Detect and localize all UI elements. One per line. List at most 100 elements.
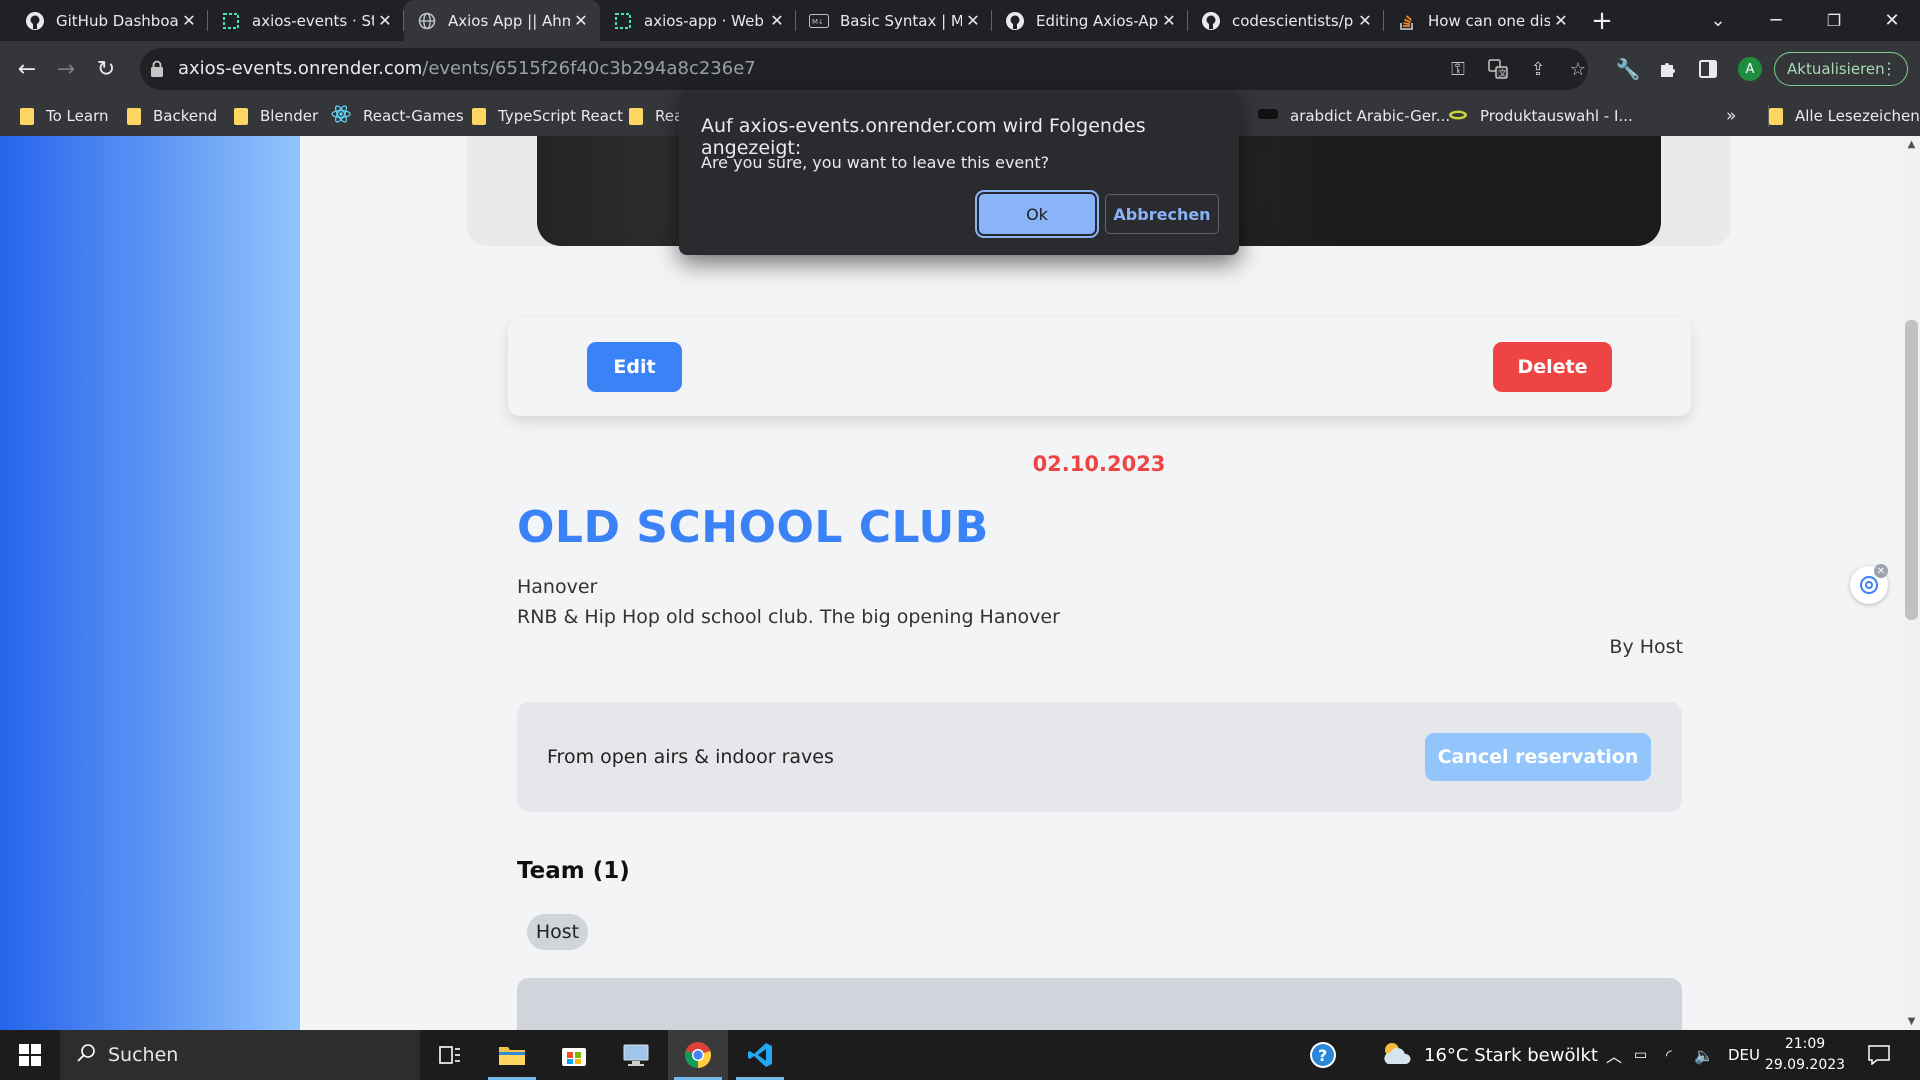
tab-title: axios-events · Static — [252, 11, 374, 30]
search-placeholder: Suchen — [108, 1044, 179, 1066]
close-icon[interactable]: ✕ — [570, 11, 592, 30]
tab-markdown-syntax[interactable]: M↓ Basic Syntax | Markdown ✕ — [796, 0, 992, 41]
url-host: axios-events.onrender.com — [178, 58, 423, 79]
bookmark-blender[interactable]: Blender — [234, 105, 318, 127]
bookmark-backend[interactable]: Backend — [127, 105, 217, 127]
tray-chevron-up-icon[interactable]: ︿ — [1606, 1030, 1622, 1080]
forward-arrow-icon[interactable]: → — [48, 51, 84, 87]
tab-title: Axios App || Ahmad — [448, 11, 570, 30]
network-icon[interactable]: ◜ — [1666, 1030, 1672, 1080]
comments-card — [517, 978, 1682, 1030]
bookmark-typescript-react[interactable]: TypeScript React — [472, 105, 623, 127]
update-browser-button[interactable]: Aktualisieren ⋮ — [1774, 52, 1908, 86]
remote-desktop-icon[interactable] — [606, 1030, 666, 1080]
tab-editing-axios-app[interactable]: Editing Axios-App ✕ — [992, 0, 1188, 41]
tab-axios-app-web-service[interactable]: axios-app · Web Service ✕ — [600, 0, 796, 41]
bookmark-label: Backend — [153, 107, 218, 125]
close-icon[interactable]: ✕ — [178, 11, 200, 30]
bookmark-arabdict[interactable]: arabdict Arabic-Ger... — [1258, 105, 1450, 127]
tab-axios-events[interactable]: axios-events · Static ✕ — [208, 0, 404, 41]
extension-wrench-icon[interactable]: 🔧 — [1614, 55, 1642, 83]
tab-github-dashboard[interactable]: GitHub Dashboard ✕ — [12, 0, 208, 41]
profile-avatar[interactable]: A — [1738, 57, 1762, 81]
bookmark-label: Produktauswahl - I... — [1480, 107, 1633, 125]
close-icon[interactable]: ✕ — [1158, 11, 1180, 30]
notification-icon[interactable] — [1868, 1030, 1890, 1080]
chrome-icon[interactable] — [668, 1030, 728, 1080]
url-text[interactable]: axios-events.onrender.com/events/6515f26… — [178, 58, 756, 79]
help-icon[interactable]: ? — [1308, 1030, 1338, 1080]
svg-text:文: 文 — [1499, 68, 1507, 78]
file-explorer-icon[interactable] — [482, 1030, 542, 1080]
windows-start-icon[interactable] — [0, 1030, 60, 1080]
update-label: Aktualisieren — [1787, 60, 1885, 78]
weather-widget[interactable]: 16°C Stark bewölkt — [1380, 1030, 1598, 1080]
dialog-cancel-button[interactable]: Abbrechen — [1105, 194, 1219, 234]
vscode-icon[interactable] — [730, 1030, 790, 1080]
side-panel-icon[interactable] — [1694, 55, 1722, 83]
tab-search-chevron-icon[interactable]: ⌄ — [1690, 0, 1746, 41]
new-tab-button[interactable]: + — [1582, 0, 1622, 41]
markdown-icon: M↓ — [808, 10, 830, 32]
weather-text: 16°C Stark bewölkt — [1424, 1044, 1598, 1066]
battery-icon[interactable]: ▭ — [1634, 1030, 1647, 1080]
bookmark-rea[interactable]: Rea — [629, 105, 683, 127]
taskbar-search[interactable]: Suchen — [60, 1030, 420, 1080]
tab-title: Editing Axios-App — [1036, 11, 1158, 30]
address-bar[interactable]: axios-events.onrender.com/events/6515f26… — [140, 48, 1588, 90]
tab-title: axios-app · Web Service — [644, 11, 766, 30]
search-icon — [76, 1043, 96, 1067]
tab-stackoverflow[interactable]: How can one disable ✕ — [1384, 0, 1580, 41]
browser-toolbar: ← → ↻ axios-events.onrender.com/events/6… — [0, 41, 1920, 97]
cancel-reservation-button[interactable]: Cancel reservation — [1425, 733, 1651, 781]
close-icon[interactable]: ✕ — [374, 11, 396, 30]
close-icon[interactable]: ✕ — [1354, 11, 1376, 30]
svg-text:?: ? — [1318, 1046, 1327, 1065]
tab-axios-app-active[interactable]: Axios App || Ahmad ✕ — [404, 0, 600, 41]
scroll-up-icon[interactable]: ▲ — [1903, 136, 1920, 153]
folder-icon — [472, 107, 486, 125]
bookmark-react-games[interactable]: React-Games — [331, 105, 464, 127]
extensions-puzzle-icon[interactable] — [1654, 55, 1682, 83]
react-icon — [331, 105, 351, 127]
scrollbar-thumb[interactable] — [1905, 320, 1918, 620]
bookmark-to-learn[interactable]: To Learn — [20, 105, 108, 127]
dialog-ok-button[interactable]: Ok — [979, 194, 1095, 234]
dialog-message: Are you sure, you want to leave this eve… — [701, 153, 1050, 172]
tab-codescientists[interactable]: codescientists/project ✕ — [1188, 0, 1384, 41]
windows-taskbar: Suchen ? 16°C Stark bewölkt ︿ ▭ ◜ 🔈 DEU … — [0, 1030, 1920, 1080]
team-member-chip: Host — [527, 914, 588, 950]
share-icon[interactable]: ⇪ — [1526, 58, 1550, 80]
restore-icon[interactable]: ❐ — [1806, 0, 1862, 41]
bookmark-star-icon[interactable]: ☆ — [1566, 58, 1590, 80]
bookmarks-overflow-chevron-icon[interactable]: » — [1726, 105, 1736, 127]
clock[interactable]: 21:09 29.09.2023 — [1762, 1034, 1848, 1076]
microsoft-store-icon[interactable] — [544, 1030, 604, 1080]
bookmark-label: To Learn — [46, 107, 109, 125]
github-icon — [1004, 10, 1026, 32]
tab-title: GitHub Dashboard — [56, 11, 178, 30]
task-view-icon[interactable] — [420, 1030, 480, 1080]
reload-icon[interactable]: ↻ — [88, 51, 124, 87]
edit-button[interactable]: Edit — [587, 342, 682, 392]
delete-button[interactable]: Delete — [1493, 342, 1612, 392]
close-icon[interactable]: ✕ — [1874, 564, 1888, 578]
event-title: OLD SCHOOL CLUB — [517, 502, 989, 553]
window-close-icon[interactable]: ✕ — [1864, 0, 1920, 41]
volume-icon[interactable]: 🔈 — [1694, 1030, 1714, 1080]
minimize-icon[interactable]: ─ — [1748, 0, 1804, 41]
close-icon[interactable]: ✕ — [1550, 11, 1572, 30]
sidebar-gradient — [0, 136, 300, 1030]
translate-icon[interactable]: 文 — [1486, 58, 1510, 80]
scroll-down-icon[interactable]: ▼ — [1903, 1013, 1920, 1030]
lock-icon[interactable] — [150, 60, 164, 82]
close-icon[interactable]: ✕ — [962, 11, 984, 30]
close-icon[interactable]: ✕ — [766, 11, 788, 30]
language-indicator[interactable]: DEU — [1728, 1030, 1760, 1080]
back-arrow-icon[interactable]: ← — [9, 51, 45, 87]
bookmark-produktauswahl[interactable]: Produktauswahl - I... — [1448, 105, 1633, 127]
folder-icon — [234, 107, 248, 125]
team-heading: Team (1) — [517, 858, 630, 884]
all-bookmarks[interactable]: Alle Lesezeichen — [1768, 105, 1920, 127]
key-icon[interactable]: ⚿ — [1446, 58, 1470, 80]
